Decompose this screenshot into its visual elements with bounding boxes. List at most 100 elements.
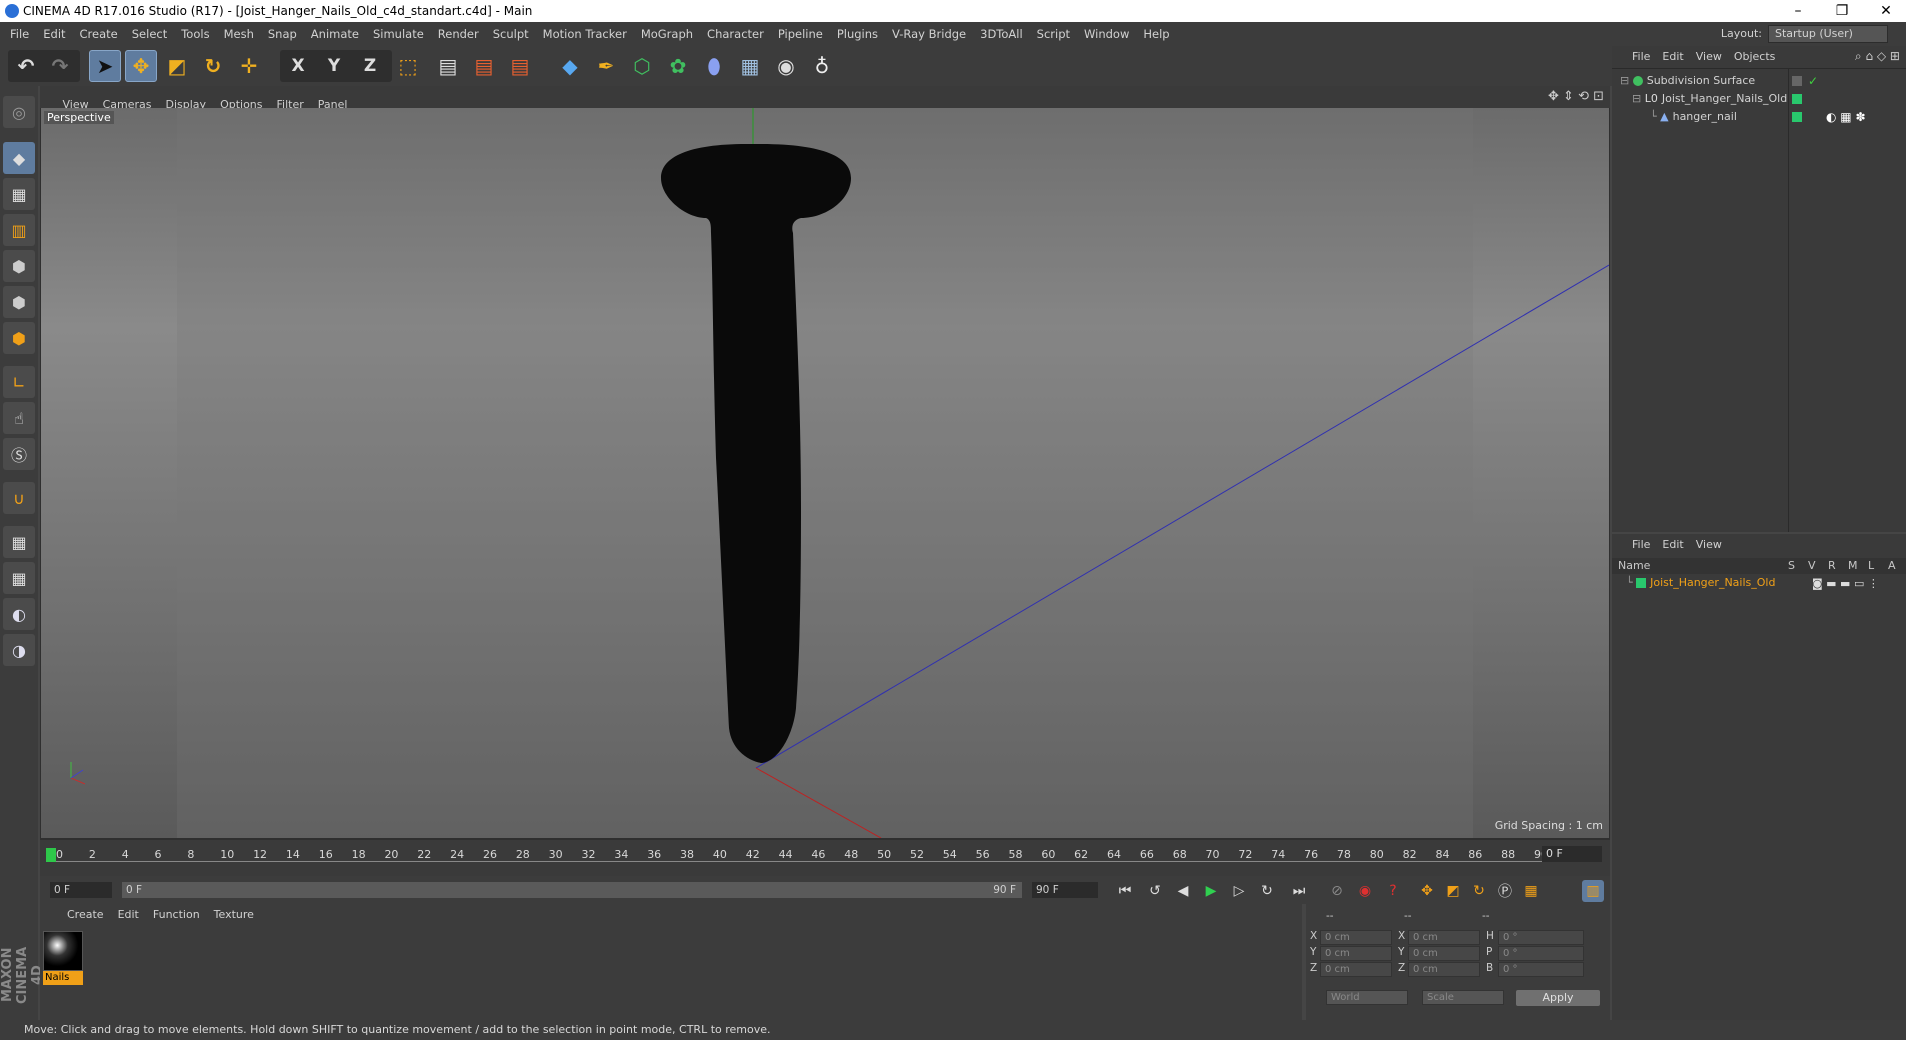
x-axis-icon[interactable]: X [282, 50, 314, 82]
snap-magnet-icon[interactable]: ∪ [3, 482, 35, 514]
record-icon[interactable]: ◉ [1354, 880, 1376, 902]
spline-pen-icon[interactable]: ✒ [590, 50, 622, 82]
subdivision-surface-icon[interactable]: ⬡ [626, 50, 658, 82]
render-picture-viewer-icon[interactable]: ▤ [468, 50, 500, 82]
next-key-icon[interactable]: ↻ [1256, 880, 1278, 902]
material-menu-edit[interactable]: Edit [111, 904, 146, 926]
maximize-button[interactable]: ❐ [1822, 1, 1862, 21]
workplane-lock-icon[interactable]: ▦ [3, 526, 35, 558]
undo-icon[interactable]: ↶ [10, 50, 42, 82]
menu-item-mesh[interactable]: Mesh [217, 22, 261, 46]
menu-item-snap[interactable]: Snap [261, 22, 304, 46]
start-frame-field[interactable]: 0 F [50, 882, 112, 898]
select-tool-icon[interactable]: ➤ [89, 50, 121, 82]
goto-end-icon[interactable]: ⏭ [1288, 880, 1310, 902]
object-menu-objects[interactable]: Objects [1728, 46, 1782, 68]
object-row[interactable]: ⊟ L0 Joist_Hanger_Nails_Old [1632, 90, 1787, 108]
material-tag-icon[interactable]: ◐ ▦ ✽ [1826, 110, 1866, 124]
position-field[interactable]: 0 cm [1320, 930, 1392, 945]
deformer-icon[interactable]: ⬮ [698, 50, 730, 82]
layout-dropdown[interactable]: Startup (User) [1768, 25, 1888, 43]
z-axis-icon[interactable]: Z [354, 50, 386, 82]
model-mode-icon[interactable]: ◆ [3, 142, 35, 174]
y-axis-icon[interactable]: Y [318, 50, 350, 82]
checkmark-icon[interactable]: ✓ [1808, 74, 1818, 88]
material-swatch[interactable]: Nails [43, 931, 83, 985]
key-rotation-icon[interactable]: ↻ [1468, 880, 1490, 902]
prev-frame-icon[interactable]: ◀ [1172, 880, 1194, 902]
3d-view[interactable]: Perspective Grid Spacing : 1 cm [41, 108, 1609, 838]
menu-item-pipeline[interactable]: Pipeline [771, 22, 830, 46]
mograph-cloner-icon[interactable]: ✿ [662, 50, 694, 82]
key-pla-icon[interactable]: ▦ [1520, 880, 1542, 902]
timeline-ruler[interactable]: 0 2 4 6 8 10 12 14 16 18 20 22 24 26 28 30 32 34 36 38 40 42 4… [48, 848, 1600, 862]
points-mode-icon[interactable]: ⬢ [3, 250, 35, 282]
size-field[interactable]: 0 cm [1408, 946, 1480, 961]
goto-start-icon[interactable]: ⏮ [1114, 880, 1136, 902]
size-field[interactable]: 0 cm [1408, 962, 1480, 977]
playhead[interactable] [46, 848, 56, 862]
layer-row[interactable]: └ Joist_Hanger_Nails_Old [1626, 574, 1775, 592]
rotate-tool-icon[interactable]: ↻ [197, 50, 229, 82]
texture-mode-icon[interactable]: ▦ [3, 178, 35, 210]
viewport-nav-icons[interactable]: ✥ ⇕ ⟲ ⊡ [1548, 89, 1604, 104]
menu-item-select[interactable]: Select [125, 22, 174, 46]
axis-mode-icon[interactable]: ∟ [3, 366, 35, 398]
autokey-icon[interactable]: ⊘ [1326, 880, 1348, 902]
play-icon[interactable]: ▶ [1200, 880, 1222, 902]
size-mode-dropdown[interactable]: Scale [1422, 990, 1504, 1005]
menu-item-script[interactable]: Script [1030, 22, 1077, 46]
floor-object-icon[interactable]: ▦ [734, 50, 766, 82]
menu-item-simulate[interactable]: Simulate [366, 22, 431, 46]
menu-item-file[interactable]: File [3, 22, 36, 46]
material-menu-create[interactable]: Create [60, 904, 111, 926]
object-row[interactable]: └ ▲ hanger_nail [1650, 108, 1737, 126]
menu-item-edit[interactable]: Edit [36, 22, 72, 46]
render-settings-icon[interactable]: ▤ [504, 50, 536, 82]
cube-primitive-icon[interactable]: ◆ [554, 50, 586, 82]
object-menu-view[interactable]: View [1690, 46, 1728, 68]
menu-item-animate[interactable]: Animate [304, 22, 366, 46]
timeline-layout-icon[interactable]: ▥ [1582, 880, 1604, 902]
python-icon[interactable]: ◐ [3, 598, 35, 630]
python-script-icon[interactable]: ◑ [3, 634, 35, 666]
workplane-mode-icon[interactable]: ▥ [3, 214, 35, 246]
camera-icon[interactable]: ◉ [770, 50, 802, 82]
tweak-mode-icon[interactable]: ☝ [3, 402, 35, 434]
menu-item-v-ray-bridge[interactable]: V-Ray Bridge [885, 22, 973, 46]
size-field[interactable]: 0 cm [1408, 930, 1480, 945]
next-frame-icon[interactable]: ▷ [1228, 880, 1250, 902]
object-menu-file[interactable]: File [1626, 46, 1656, 68]
key-scale-icon[interactable]: ◩ [1442, 880, 1464, 902]
prev-key-icon[interactable]: ↺ [1144, 880, 1166, 902]
coordinate-system-icon[interactable]: ⬚ [392, 50, 424, 82]
menu-item-create[interactable]: Create [73, 22, 125, 46]
timeline[interactable]: 0 2 4 6 8 10 12 14 16 18 20 22 24 26 28 30 32 34 36 38 40 42 4… [40, 840, 1610, 876]
rotation-field[interactable]: 0 ° [1498, 946, 1584, 961]
solo-mode-icon[interactable]: Ⓢ [3, 438, 35, 470]
edges-mode-icon[interactable]: ⬢ [3, 286, 35, 318]
menu-item-plugins[interactable]: Plugins [830, 22, 885, 46]
apply-button[interactable]: Apply [1516, 990, 1600, 1006]
polygons-mode-icon[interactable]: ⬢ [3, 322, 35, 354]
redo-icon[interactable]: ↷ [44, 50, 76, 82]
current-frame-field[interactable]: 0 F [1542, 846, 1602, 862]
rotation-field[interactable]: 0 ° [1498, 962, 1584, 977]
material-menu-texture[interactable]: Texture [207, 904, 261, 926]
material-menu-function[interactable]: Function [146, 904, 207, 926]
object-row[interactable]: ⊟ Subdivision Surface [1620, 72, 1755, 90]
layer-flags-icon[interactable]: ◙ ▬ ▬ ▭ ⋮ [1812, 577, 1879, 590]
range-slider[interactable]: 0 F 90 F [122, 882, 1022, 898]
render-view-icon[interactable]: ▤ [432, 50, 464, 82]
menu-item-window[interactable]: Window [1077, 22, 1136, 46]
menu-item-render[interactable]: Render [431, 22, 486, 46]
position-field[interactable]: 0 cm [1320, 946, 1392, 961]
menu-item-sculpt[interactable]: Sculpt [486, 22, 536, 46]
layer-menu-view[interactable]: View [1690, 534, 1728, 556]
key-param-icon[interactable]: Ⓟ [1494, 880, 1516, 902]
minimize-button[interactable]: – [1778, 1, 1818, 21]
menu-item-help[interactable]: Help [1136, 22, 1176, 46]
position-field[interactable]: 0 cm [1320, 962, 1392, 977]
coord-mode-dropdown[interactable]: World [1326, 990, 1408, 1005]
rotation-field[interactable]: 0 ° [1498, 930, 1584, 945]
